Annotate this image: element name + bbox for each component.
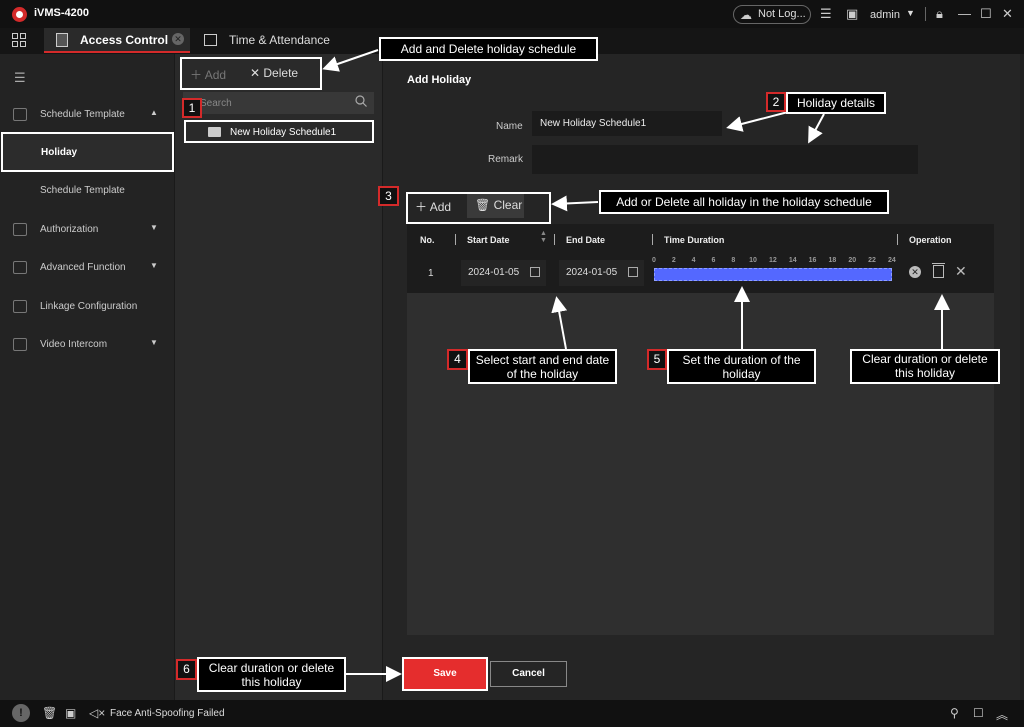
callout-select-dates: Select start and end date of the holiday <box>468 349 617 384</box>
callout-badge-4: 4 <box>447 349 468 370</box>
callout-clear-or-delete: Clear duration or delete this holiday <box>850 349 1000 384</box>
callout-badge-2: 2 <box>766 92 786 112</box>
callout-save-cancel: Clear duration or delete this holiday <box>197 657 346 692</box>
callout-holiday-details: Holiday details <box>786 92 886 114</box>
callout-badge-5: 5 <box>647 349 667 370</box>
callout-badge-1: 1 <box>182 98 202 118</box>
callout-badge-6: 6 <box>176 659 197 680</box>
callout-set-duration: Set the duration of the holiday <box>667 349 816 384</box>
callout-badge-3: 3 <box>378 186 399 206</box>
callout-add-delete-schedule: Add and Delete holiday schedule <box>379 37 598 61</box>
callout-add-or-delete-all: Add or Delete all holiday in the holiday… <box>599 190 889 214</box>
